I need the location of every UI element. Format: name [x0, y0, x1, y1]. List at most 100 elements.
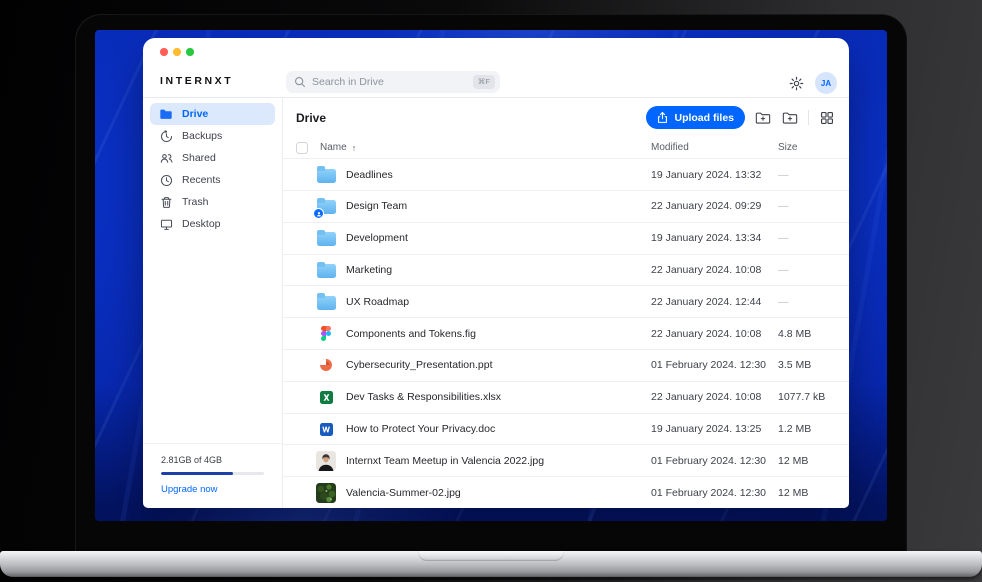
laptop-bezel: INTERNXT Search in Drive ⌘F JA [75, 14, 907, 551]
table-row[interactable]: Design Team 22 January 2024. 09:29 — [283, 190, 849, 222]
word-file-icon [316, 419, 336, 439]
sidebar-item-label: Drive [182, 108, 208, 120]
laptop-lid-notch [418, 551, 564, 561]
file-size: — [778, 169, 836, 181]
table-row[interactable]: UX Roadmap 22 January 2024. 12:44 — [283, 285, 849, 317]
file-name: Marketing [346, 264, 651, 276]
file-size: 12 MB [778, 455, 836, 467]
laptop-base [0, 551, 982, 577]
window-controls [160, 48, 194, 56]
sidebar-item-label: Trash [182, 196, 208, 208]
grid-view-icon[interactable] [818, 109, 836, 127]
file-name: UX Roadmap [346, 296, 651, 308]
search-icon [294, 76, 306, 88]
upload-files-button[interactable]: Upload files [646, 106, 745, 129]
upload-icon [657, 111, 668, 124]
file-modified: 01 February 2024. 12:30 [651, 359, 778, 371]
backup-restore-clock-icon [159, 129, 173, 143]
laptop-shadow [70, 578, 912, 582]
table-row[interactable]: Valencia-Summer-02.jpg 01 February 2024.… [283, 476, 849, 508]
file-modified: 22 January 2024. 10:08 [651, 328, 778, 340]
file-modified: 22 January 2024. 12:44 [651, 296, 778, 308]
sidebar-item-label: Backups [182, 130, 222, 142]
file-modified: 22 January 2024. 10:08 [651, 264, 778, 276]
table-row[interactable]: Marketing 22 January 2024. 10:08 — [283, 254, 849, 286]
excel-file-icon [316, 387, 336, 407]
minimize-window-button[interactable] [173, 48, 181, 56]
sidebar-item-label: Desktop [182, 218, 221, 230]
file-modified: 19 January 2024. 13:34 [651, 232, 778, 244]
table-row[interactable]: Dev Tasks & Responsibilities.xlsx 22 Jan… [283, 381, 849, 413]
window-header: INTERNXT Search in Drive ⌘F JA [143, 38, 849, 98]
zoom-window-button[interactable] [186, 48, 194, 56]
sidebar-item-label: Shared [182, 152, 216, 164]
file-size: — [778, 232, 836, 244]
folder-icon [316, 292, 336, 312]
sidebar-item-recents[interactable]: Recents [150, 169, 275, 191]
shared-folder-icon [316, 196, 336, 216]
upload-folder-icon[interactable] [754, 109, 772, 127]
table-row[interactable]: Development 19 January 2024. 13:34 — [283, 222, 849, 254]
storage-section: 2.81GB of 4GB Upgrade now [143, 443, 282, 509]
file-name: Deadlines [346, 169, 651, 181]
figma-file-icon [316, 324, 336, 344]
sidebar-item-trash[interactable]: Trash [150, 191, 275, 213]
sort-ascending-icon: ↑ [352, 143, 357, 153]
table-row[interactable]: How to Protect Your Privacy.doc 19 Janua… [283, 413, 849, 445]
file-modified: 22 January 2024. 09:29 [651, 200, 778, 212]
file-size: 4.8 MB [778, 328, 836, 340]
file-size: 1.2 MB [778, 423, 836, 435]
internxt-app-window: INTERNXT Search in Drive ⌘F JA [143, 38, 849, 508]
folder-icon [316, 165, 336, 185]
account-avatar[interactable]: JA [815, 72, 837, 94]
file-size: — [778, 200, 836, 212]
settings-gear-icon[interactable] [788, 75, 805, 92]
file-name: Components and Tokens.fig [346, 328, 651, 340]
sidebar-nav: Drive Backups Shared Recents Trash Deskt… [143, 98, 282, 235]
name-column-label: Name [320, 142, 347, 153]
desktop-monitor-icon [159, 217, 173, 231]
column-header-size[interactable]: Size [778, 142, 836, 153]
window-body: Drive Backups Shared Recents Trash Deskt… [143, 98, 849, 508]
sidebar-item-desktop[interactable]: Desktop [150, 213, 275, 235]
file-modified: 19 January 2024. 13:32 [651, 169, 778, 181]
toolbar-divider [808, 110, 809, 125]
breadcrumb: Drive [296, 111, 326, 125]
table-row[interactable]: Deadlines 19 January 2024. 13:32 — [283, 158, 849, 190]
storage-usage-label: 2.81GB of 4GB [161, 455, 264, 465]
powerpoint-file-icon [316, 355, 336, 375]
shared-badge-icon [313, 208, 324, 219]
sidebar: Drive Backups Shared Recents Trash Deskt… [143, 98, 283, 508]
search-input[interactable]: Search in Drive ⌘F [286, 71, 500, 93]
file-size: 1077.7 kB [778, 391, 836, 403]
table-row[interactable]: Cybersecurity_Presentation.ppt 01 Februa… [283, 349, 849, 381]
file-list: Deadlines 19 January 2024. 13:32 — Desig… [283, 158, 849, 508]
storage-progress-fill [161, 472, 233, 476]
internxt-logo: INTERNXT [160, 75, 233, 87]
drive-folder-icon [159, 107, 173, 121]
file-size: — [778, 264, 836, 276]
new-folder-icon[interactable] [781, 109, 799, 127]
folder-icon [316, 260, 336, 280]
sidebar-item-shared[interactable]: Shared [150, 147, 275, 169]
search-shortcut-badge: ⌘F [473, 75, 495, 89]
table-row[interactable]: Internxt Team Meetup in Valencia 2022.jp… [283, 444, 849, 476]
column-header-name[interactable]: Name ↑ [320, 142, 651, 153]
upgrade-now-link[interactable]: Upgrade now [161, 484, 264, 495]
close-window-button[interactable] [160, 48, 168, 56]
table-row[interactable]: Components and Tokens.fig 22 January 202… [283, 317, 849, 349]
table-header: Name ↑ Modified Size [283, 138, 849, 159]
file-modified: 22 January 2024. 10:08 [651, 391, 778, 403]
file-name: Internxt Team Meetup in Valencia 2022.jp… [346, 455, 651, 467]
select-all-checkbox[interactable] [296, 142, 308, 154]
laptop-screen: INTERNXT Search in Drive ⌘F JA [95, 30, 887, 521]
clock-icon [159, 173, 173, 187]
file-name: Cybersecurity_Presentation.ppt [346, 359, 651, 371]
column-header-modified[interactable]: Modified [651, 142, 778, 153]
photo-thumbnail-person [316, 451, 336, 471]
sidebar-item-backups[interactable]: Backups [150, 125, 275, 147]
main-panel: Drive Upload files [283, 98, 849, 508]
file-modified: 01 February 2024. 12:30 [651, 487, 778, 499]
sidebar-item-drive[interactable]: Drive [150, 103, 275, 125]
toolbar-controls: Upload files [646, 106, 836, 129]
